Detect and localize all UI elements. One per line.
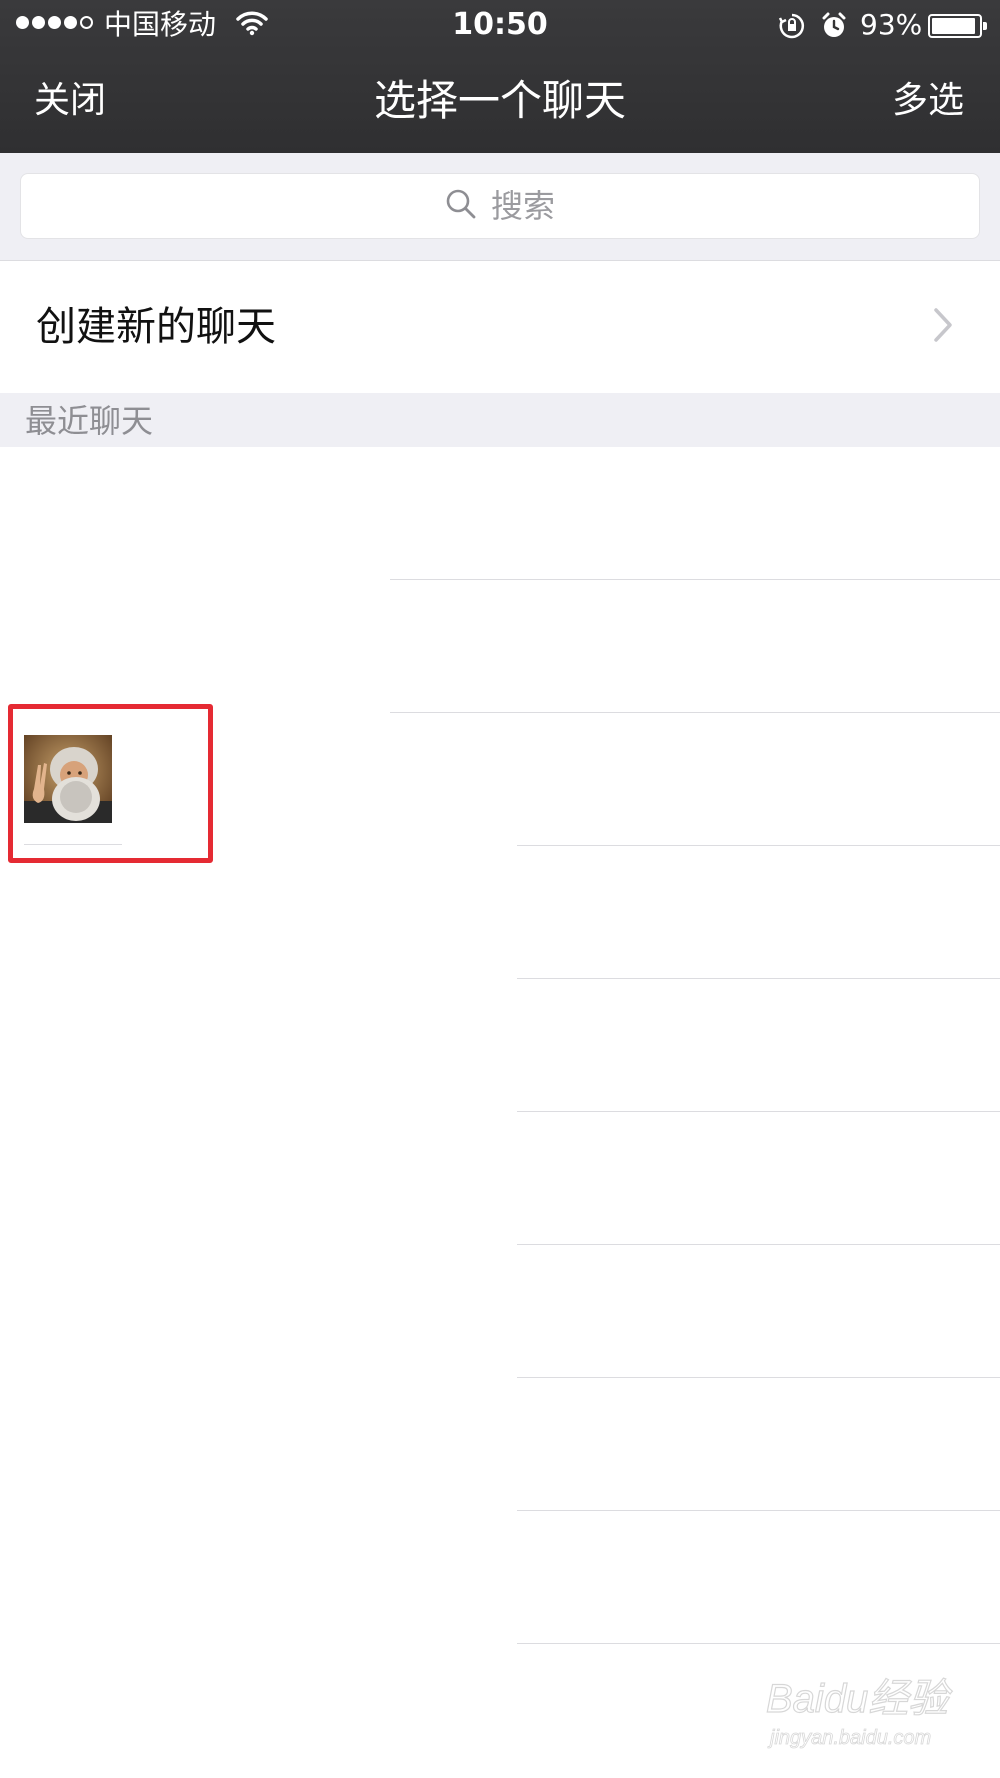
- list-divider: [517, 1643, 1000, 1644]
- baidu-watermark-logo: Baidu经验 jingyan.baidu.com: [764, 1668, 964, 1754]
- status-bar: 中国移动 10:50 93%: [0, 0, 1000, 50]
- multi-select-button[interactable]: 多选: [892, 79, 964, 123]
- svg-text:Baidu经验: Baidu经验: [766, 1677, 953, 1721]
- battery-percent: 93%: [860, 8, 923, 41]
- chevron-right-icon: [932, 307, 954, 347]
- search-icon: [445, 188, 477, 224]
- create-new-chat-label: 创建新的聊天: [36, 304, 276, 350]
- page-title: 选择一个聊天: [373, 76, 626, 125]
- battery-icon: [928, 14, 987, 38]
- list-divider: [390, 712, 1000, 713]
- list-divider: [517, 978, 1000, 979]
- list-divider: [390, 579, 1000, 580]
- recent-chats-label: 最近聊天: [25, 402, 154, 440]
- list-divider: [517, 1244, 1000, 1245]
- create-new-chat-row[interactable]: 创建新的聊天: [0, 261, 1000, 393]
- battery-level-fill: [932, 18, 975, 34]
- list-divider: [517, 1111, 1000, 1112]
- search-placeholder: 搜索: [490, 187, 555, 225]
- list-divider: [517, 1377, 1000, 1378]
- status-time: 10:50: [452, 7, 548, 42]
- alarm-icon: [820, 12, 848, 44]
- search-input[interactable]: 搜索: [20, 173, 980, 239]
- recent-chats-header: 最近聊天: [0, 393, 1000, 447]
- list-divider: [517, 1510, 1000, 1511]
- navigation-bar: 关闭 选择一个聊天 多选: [0, 50, 1000, 153]
- highlight-box: [8, 704, 213, 863]
- search-area: 搜索: [0, 153, 1000, 261]
- top-bar: 中国移动 10:50 93% 关闭 选择一个聊天 多选: [0, 0, 1000, 153]
- list-divider: [517, 845, 1000, 846]
- svg-text:jingyan.baidu.com: jingyan.baidu.com: [767, 1727, 931, 1749]
- recent-chat-list: [0, 447, 1000, 1778]
- rotation-lock-icon: [778, 12, 806, 44]
